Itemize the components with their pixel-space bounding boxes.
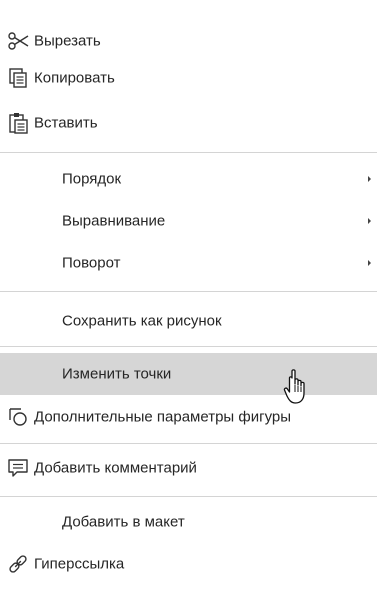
menu-item-rotate[interactable]: Поворот [0,244,377,282]
menu-separator [0,291,377,292]
menu-separator [0,346,377,347]
menu-item-label: Выравнивание [62,212,166,230]
menu-item-label: Гиперссылка [34,555,125,573]
menu-item-label: Поворот [62,254,121,272]
menu-item-label: Порядок [62,170,122,188]
menu-item-label: Добавить комментарий [34,459,197,477]
menu-separator [0,152,377,153]
menu-item-hyperlink[interactable]: Гиперссылка [0,545,377,583]
menu-item-label: Копировать [34,69,115,87]
hand-cursor-icon [283,369,305,404]
menu-item-add-comment[interactable]: Добавить комментарий [0,449,377,487]
shape-properties-icon [9,408,27,426]
menu-item-label: Вырезать [34,32,101,50]
menu-item-label: Дополнительные параметры фигуры [34,408,292,426]
menu-item-paste[interactable]: Вставить [0,104,377,142]
scissors-icon [8,32,29,50]
submenu-arrow-icon [368,176,371,182]
submenu-arrow-icon [368,218,371,224]
menu-item-order[interactable]: Порядок [0,160,377,198]
menu-item-format-shape[interactable]: Дополнительные параметры фигуры [0,398,377,436]
menu-separator [0,443,377,444]
submenu-arrow-icon [368,260,371,266]
copy-icon [9,68,27,88]
paste-icon [9,113,28,134]
menu-item-label: Изменить точки [62,365,172,383]
menu-item-save-as-picture[interactable]: Сохранить как рисунок [0,302,377,340]
menu-separator [0,496,377,497]
link-icon [9,555,27,573]
menu-item-cut[interactable]: Вырезать [0,22,377,60]
menu-item-edit-points[interactable]: Изменить точки [0,353,377,395]
menu-item-label: Сохранить как рисунок [62,312,222,330]
menu-item-copy[interactable]: Копировать [0,59,377,97]
menu-item-add-to-layout[interactable]: Добавить в макет [0,503,377,541]
context-menu: Вырезать Копировать Вставить Порядок Выр… [0,0,377,594]
menu-item-label: Добавить в макет [62,513,185,531]
menu-item-label: Вставить [34,114,98,132]
comment-icon [8,459,28,477]
menu-item-align[interactable]: Выравнивание [0,202,377,240]
